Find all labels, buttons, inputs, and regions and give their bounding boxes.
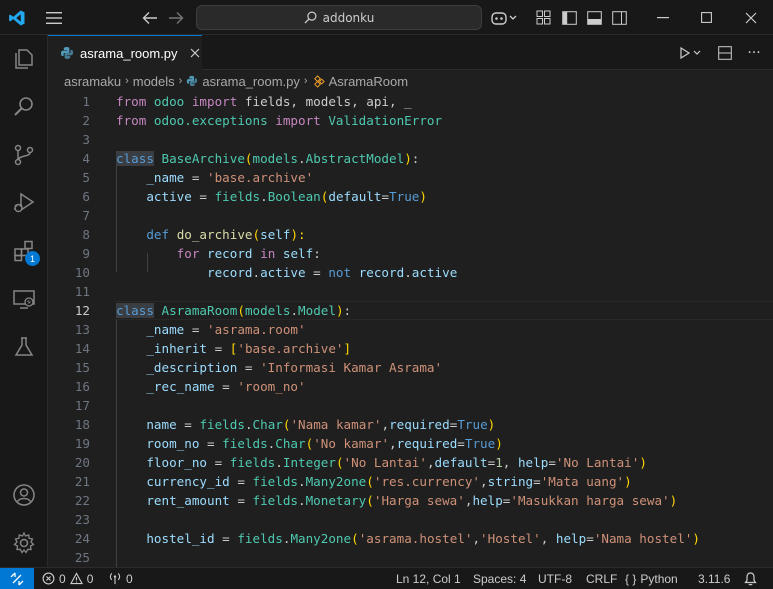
code-line: 2 from odoo.exceptions import ValidationE… (82, 113, 443, 128)
chevron-right-icon: › (125, 75, 129, 87)
search-icon[interactable] (0, 83, 48, 131)
braces-icon: { } (625, 571, 637, 586)
tab-label: asrama_room.py (80, 45, 178, 61)
code-line: 17 (74, 398, 90, 413)
code-line: 22 rent_amount = fields.Monetary('Harga … (74, 493, 678, 508)
close-icon[interactable] (728, 0, 773, 35)
warning-icon (69, 572, 83, 585)
remote-indicator-icon[interactable] (0, 568, 34, 589)
tab-close-icon[interactable] (190, 48, 200, 58)
code-line: 11 (74, 284, 90, 299)
python-file-icon (61, 47, 73, 59)
run-python-file-icon[interactable] (673, 35, 709, 70)
tab-asrama-room-py[interactable]: asrama_room.py (48, 35, 202, 70)
manage-gear-icon[interactable] (0, 519, 48, 567)
breadcrumb-folder-models[interactable]: models (133, 74, 175, 89)
breadcrumb-symbol[interactable]: AsramaRoom (329, 74, 408, 89)
code-line: 1 from odoo import fields, models, api, _ (82, 94, 412, 109)
encoding-status[interactable]: UTF-8 (538, 568, 572, 589)
warning-count: 0 (86, 571, 94, 586)
ports-count: 0 (126, 571, 133, 586)
toggle-secondary-sidebar-icon[interactable] (608, 0, 630, 35)
forward-arrow-icon[interactable] (162, 0, 190, 35)
code-line: 24 hostel_id = fields.Many2one('asrama.h… (74, 531, 700, 546)
language-mode[interactable]: { } Python (625, 568, 678, 589)
code-line: 15 _description = 'Informasi Kamar Asram… (74, 360, 443, 375)
code-line: 25 (74, 550, 90, 565)
problems-status[interactable]: 0 0 (42, 568, 93, 589)
split-editor-icon[interactable] (711, 35, 739, 70)
command-center-search[interactable]: addonku (196, 5, 482, 30)
language-label: Python (640, 571, 678, 586)
hamburger-menu-icon[interactable] (38, 0, 70, 35)
code-line: 6 active = fields.Boolean(default=True) (82, 189, 427, 204)
python-file-icon (187, 75, 198, 87)
source-control-icon[interactable] (0, 131, 48, 179)
code-line: 8 def do_archive(self): (82, 227, 306, 242)
error-count: 0 (59, 571, 66, 586)
vscode-logo-icon[interactable] (0, 0, 34, 35)
chevron-right-icon: › (178, 75, 183, 87)
python-version[interactable]: 3.11.6 (698, 568, 730, 589)
customize-layout-icon[interactable] (532, 0, 554, 35)
code-line: 13 _name = 'asrama.room' (74, 322, 306, 337)
remote-explorer-icon[interactable] (0, 275, 48, 323)
extensions-badge: 1 (25, 251, 40, 266)
code-line: 5 _name = 'base.archive' (82, 170, 314, 185)
error-icon (42, 572, 55, 585)
code-line: 16 _rec_name = 'room_no' (74, 379, 306, 394)
toggle-panel-icon[interactable] (583, 0, 605, 35)
ports-status[interactable]: 0 (108, 568, 133, 589)
accounts-icon[interactable] (0, 471, 48, 519)
search-icon (304, 11, 317, 24)
run-debug-icon[interactable] (0, 179, 48, 227)
cursor-position[interactable]: Ln 12, Col 1 (396, 568, 461, 589)
copilot-icon[interactable] (487, 0, 521, 35)
breadcrumb-file[interactable]: asrama_room.py (202, 74, 300, 89)
search-text: addonku (322, 10, 375, 25)
code-line: 4 class BaseArchive(models.AbstractModel)… (82, 151, 420, 166)
code-line: 9 for record in self: (82, 246, 321, 261)
toggle-primary-sidebar-icon[interactable] (558, 0, 580, 35)
breadcrumb-folder-asramaku[interactable]: asramaku (64, 74, 121, 89)
code-line: 20 floor_no = fields.Integer('No Lantai'… (74, 455, 647, 470)
eol-status[interactable]: CRLF (586, 568, 617, 589)
explorer-icon[interactable] (0, 35, 48, 83)
notifications-bell-icon[interactable] (744, 568, 757, 589)
maximize-icon[interactable] (686, 0, 726, 35)
back-arrow-icon[interactable] (136, 0, 164, 35)
extensions-icon[interactable]: 1 (0, 227, 48, 275)
editor-tabs: asrama_room.py ··· (48, 35, 773, 70)
code-line: 23 (74, 512, 90, 527)
code-line: 18 name = fields.Char('Nama kamar',requi… (74, 417, 496, 432)
code-line: 10 record.active = not record.active (74, 265, 458, 280)
minimize-icon[interactable] (640, 0, 686, 35)
class-symbol-icon (313, 74, 325, 88)
code-editor[interactable]: 1 from odoo import fields, models, api, _… (48, 92, 773, 567)
activity-bar: 1 (0, 35, 48, 567)
code-line: 19 room_no = fields.Char('No kamar',requ… (74, 436, 503, 451)
status-bar: 0 0 0 Ln 12, Col 1 Spaces: 4 UTF-8 CRLF … (0, 567, 773, 589)
indentation-status[interactable]: Spaces: 4 (473, 568, 526, 589)
breadcrumb: asramaku › models › asrama_room.py › Asr… (48, 70, 773, 92)
radio-tower-icon (109, 572, 121, 585)
code-line: 21 currency_id = fields.Many2one('res.cu… (74, 474, 632, 489)
code-line-current: 12 class AsramaRoom(models.Model): (74, 303, 352, 318)
more-actions-icon[interactable]: ··· (740, 35, 768, 70)
code-line: 3 (82, 132, 90, 147)
testing-icon[interactable] (0, 323, 48, 371)
chevron-right-icon: › (303, 75, 308, 87)
code-line: 7 (82, 208, 90, 223)
title-bar: addonku (0, 0, 773, 35)
code-line: 14 _inherit = ['base.archive'] (74, 341, 352, 356)
